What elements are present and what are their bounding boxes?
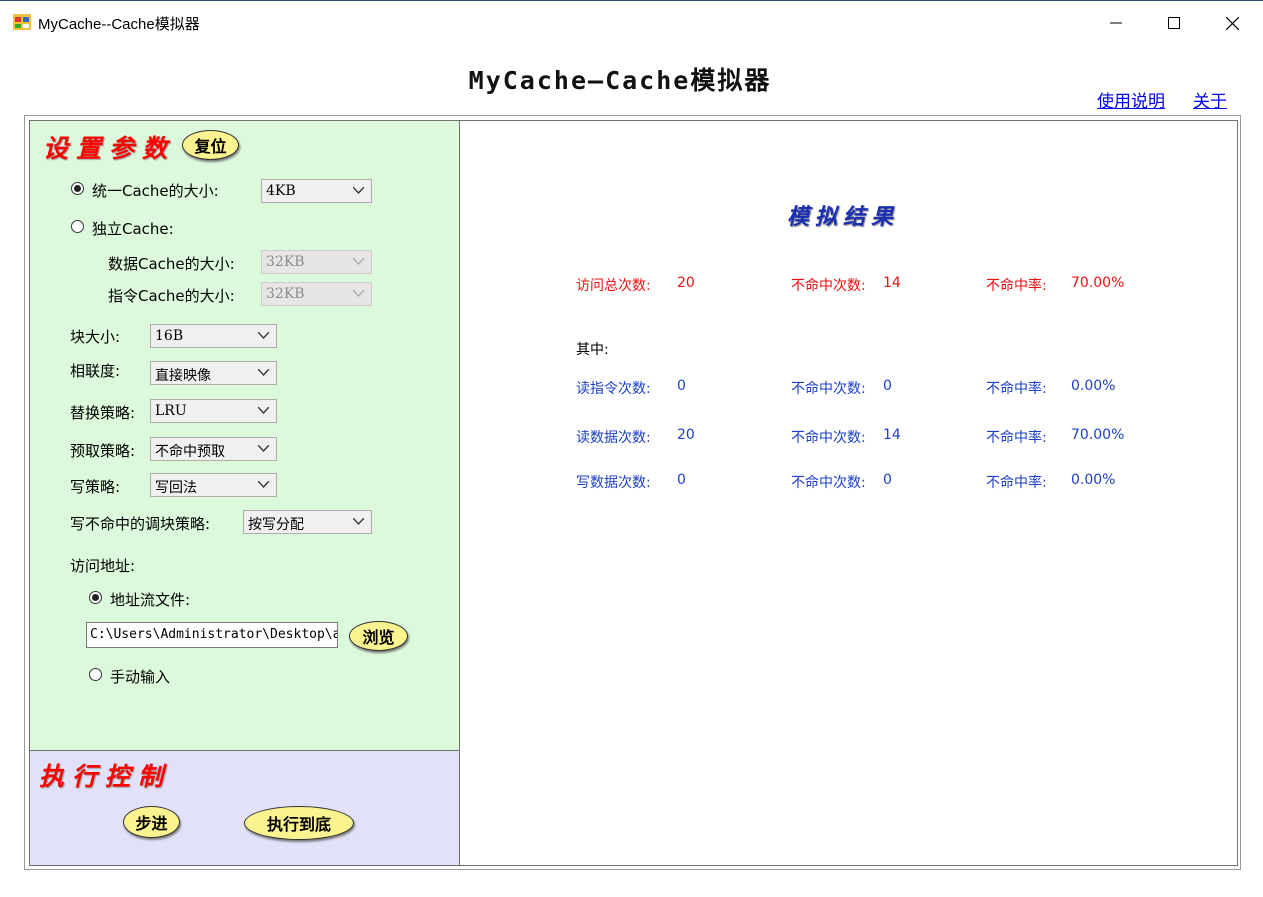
read-instr-miss-label: 不命中次数: — [791, 381, 866, 397]
read-instr-value: 0 — [677, 378, 686, 394]
maximize-icon — [1168, 17, 1180, 29]
write-data-value: 0 — [677, 472, 686, 488]
write-miss-label: 写不命中的调块策略: — [70, 515, 211, 533]
write-policy-label: 写策略: — [70, 478, 121, 496]
data-cache-size-select[interactable]: 32KB — [261, 250, 372, 274]
write-miss-value: 按写分配 — [248, 517, 304, 533]
reset-button[interactable]: 复位 — [182, 130, 239, 160]
assoc-select[interactable]: 直接映像 — [150, 361, 277, 385]
browse-button[interactable]: 浏览 — [349, 621, 408, 651]
write-policy-value: 写回法 — [155, 480, 197, 496]
unified-cache-size-value: 4KB — [266, 183, 296, 199]
write-miss-select[interactable]: 按写分配 — [243, 510, 372, 534]
address-file-label: 地址流文件: — [110, 591, 191, 609]
write-data-miss-label: 不命中次数: — [791, 475, 866, 491]
read-data-miss-value: 14 — [883, 427, 901, 443]
app-heading: MyCache—Cache模拟器 — [468, 66, 772, 95]
chevron-down-icon — [258, 332, 269, 339]
block-size-label: 块大小: — [70, 328, 121, 346]
data-cache-label: 数据Cache的大小: — [108, 255, 235, 273]
replace-label: 替换策略: — [70, 404, 136, 422]
prefetch-select[interactable]: 不命中预取 — [150, 437, 277, 461]
about-link[interactable]: 关于 — [1193, 87, 1227, 112]
assoc-value: 直接映像 — [155, 368, 211, 384]
replace-value: LRU — [155, 403, 187, 419]
unified-cache-label: 统一Cache的大小: — [92, 182, 219, 200]
unified-cache-size-select[interactable]: 4KB — [261, 179, 372, 203]
results-panel — [459, 120, 1238, 866]
split-cache-radio[interactable] — [71, 220, 84, 233]
write-data-miss-value: 0 — [883, 472, 892, 488]
title-bar[interactable]: MyCache--Cache模拟器 — [0, 1, 1263, 45]
total-access-label: 访问总次数: — [576, 278, 651, 294]
write-data-label: 写数据次数: — [576, 475, 651, 491]
file-path-input[interactable]: C:\Users\Administrator\Desktop\ac — [86, 622, 338, 648]
total-miss-rate-value: 70.00% — [1071, 275, 1125, 291]
write-policy-select[interactable]: 写回法 — [150, 473, 277, 497]
read-data-rate-value: 70.00% — [1071, 427, 1125, 443]
unified-cache-radio[interactable] — [71, 182, 84, 195]
total-access-value: 20 — [677, 275, 695, 291]
maximize-button[interactable] — [1146, 1, 1202, 45]
chevron-down-icon — [258, 407, 269, 414]
address-file-radio[interactable] — [89, 591, 102, 604]
address-label: 访问地址: — [70, 557, 136, 575]
minimize-button[interactable] — [1088, 1, 1144, 45]
prefetch-value: 不命中预取 — [155, 444, 225, 460]
window-title: MyCache--Cache模拟器 — [38, 16, 200, 33]
settings-section-title: 设置参数 — [43, 134, 176, 163]
write-data-rate-label: 不命中率: — [986, 475, 1047, 491]
app-window-icon — [13, 14, 31, 30]
exec-section-title: 执行控制 — [39, 762, 172, 791]
write-data-rate-value: 0.00% — [1071, 472, 1116, 488]
chevron-down-icon — [353, 258, 364, 265]
instr-cache-size-value: 32KB — [266, 286, 305, 302]
data-cache-size-value: 32KB — [266, 254, 305, 270]
manual-input-radio[interactable] — [89, 668, 102, 681]
total-miss-rate-label: 不命中率: — [986, 278, 1047, 294]
chevron-down-icon — [258, 481, 269, 488]
read-instr-label: 读指令次数: — [576, 381, 651, 397]
block-size-value: 16B — [155, 328, 184, 344]
total-miss-label: 不命中次数: — [791, 278, 866, 294]
chevron-down-icon — [258, 369, 269, 376]
step-button[interactable]: 步进 — [123, 806, 180, 838]
help-link[interactable]: 使用说明 — [1097, 87, 1165, 112]
read-data-miss-label: 不命中次数: — [791, 430, 866, 446]
instr-cache-size-select[interactable]: 32KB — [261, 282, 372, 306]
chevron-down-icon — [353, 518, 364, 525]
block-size-select[interactable]: 16B — [150, 324, 277, 348]
close-button[interactable] — [1204, 1, 1260, 45]
total-miss-value: 14 — [883, 275, 901, 291]
read-data-rate-label: 不命中率: — [986, 430, 1047, 446]
app-window: MyCache--Cache模拟器 MyCache—Cache模拟器 使用说明 … — [0, 0, 1263, 897]
read-instr-rate-label: 不命中率: — [986, 381, 1047, 397]
close-icon — [1225, 16, 1239, 30]
read-data-label: 读数据次数: — [576, 430, 651, 446]
chevron-down-icon — [353, 187, 364, 194]
settings-panel — [29, 120, 459, 751]
assoc-label: 相联度: — [70, 362, 121, 380]
manual-input-label: 手动输入 — [110, 668, 171, 686]
breakdown-label: 其中: — [576, 342, 609, 358]
minimize-icon — [1110, 22, 1122, 24]
chevron-down-icon — [258, 445, 269, 452]
run-to-end-button[interactable]: 执行到底 — [244, 806, 354, 840]
read-instr-miss-value: 0 — [883, 378, 892, 394]
read-data-value: 20 — [677, 427, 695, 443]
replace-select[interactable]: LRU — [150, 399, 277, 423]
instr-cache-label: 指令Cache的大小: — [108, 287, 235, 305]
split-cache-label: 独立Cache: — [92, 220, 174, 238]
results-title: 模拟结果 — [787, 204, 900, 230]
prefetch-label: 预取策略: — [70, 442, 136, 460]
chevron-down-icon — [353, 290, 364, 297]
read-instr-rate-value: 0.00% — [1071, 378, 1116, 394]
